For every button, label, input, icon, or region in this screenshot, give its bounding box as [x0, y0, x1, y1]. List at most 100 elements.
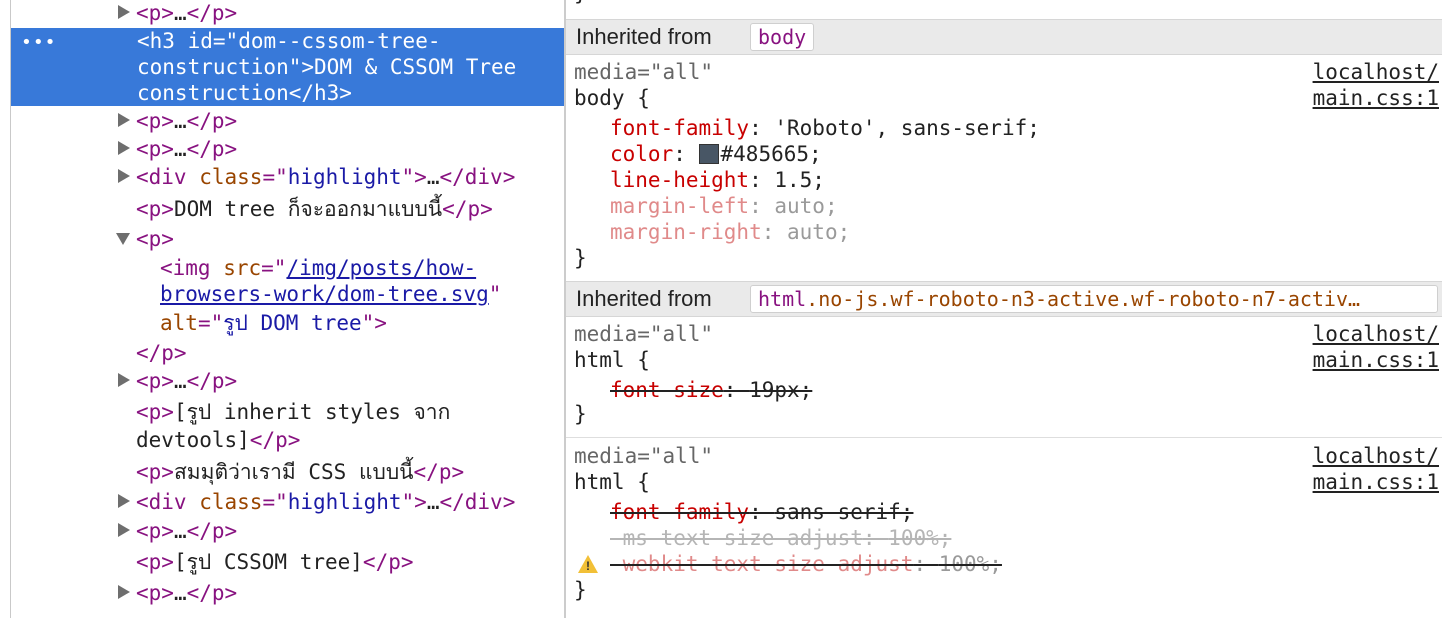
- property-name: margin-right: [610, 220, 762, 244]
- css-property-inactive[interactable]: margin-right: auto;: [610, 219, 850, 245]
- property-value: #485665;: [720, 142, 822, 166]
- source-link[interactable]: localhost/: [1313, 59, 1439, 85]
- warning-icon-mark: !: [586, 559, 590, 573]
- expand-triangle-icon[interactable]: [118, 5, 130, 19]
- tag-open: <p>: [136, 400, 174, 424]
- source-link[interactable]: localhost/: [1313, 443, 1439, 469]
- attr-name: src: [223, 256, 262, 280]
- colon: :: [723, 378, 750, 402]
- attr-value: construction: [137, 55, 289, 79]
- css-property-invalid[interactable]: -ms-text-size-adjust: 100%;: [610, 525, 951, 551]
- attr-value: dom--cssom-tree-: [238, 29, 441, 53]
- more-options-icon[interactable]: •••: [21, 32, 57, 53]
- rule-close-brace: }: [574, 246, 587, 270]
- css-property[interactable]: color: #485665;: [610, 141, 822, 167]
- tag-open: <p>: [136, 137, 174, 161]
- selected-dom-node-h3[interactable]: ••• <h3 id="dom--cssom-tree- constructio…: [11, 28, 564, 106]
- expand-triangle-icon[interactable]: [118, 113, 130, 127]
- tag-open: <p>: [136, 581, 174, 605]
- inherited-selector-chip[interactable]: html.no-js.wf-roboto-n3-active.wf-roboto…: [750, 285, 1438, 313]
- dom-node-p-close[interactable]: </p>: [136, 339, 187, 367]
- colon: :: [913, 552, 939, 576]
- tag-open: <p>: [136, 519, 174, 543]
- source-link[interactable]: main.css:1: [1313, 347, 1439, 373]
- dom-node-p[interactable]: <p>…</p>: [136, 135, 237, 163]
- inherited-from-body-header: Inherited from body: [566, 19, 1442, 55]
- expand-triangle-icon[interactable]: [118, 523, 130, 537]
- rule-selector[interactable]: body {: [574, 85, 650, 111]
- tag-open: <div: [136, 490, 200, 514]
- ellipsis: …: [173, 109, 187, 133]
- tag-open: <p>: [136, 1, 174, 25]
- tag-close: </div>: [439, 490, 516, 514]
- rule-close-brace: }: [574, 0, 587, 6]
- selected-line-3: construction</h3>: [137, 80, 352, 106]
- dom-node-p[interactable]: <p>…</p>: [136, 0, 237, 27]
- inherited-from-label: Inherited from: [576, 24, 712, 49]
- rule-selector[interactable]: html {: [574, 347, 650, 373]
- attr-quote: ": [488, 282, 502, 306]
- media-query: media="all": [574, 444, 714, 468]
- attr-value: highlight: [287, 165, 402, 189]
- property-name: color: [610, 142, 674, 166]
- attr-name: class: [199, 490, 263, 514]
- elements-tree-panel: <p>…</p> ••• <h3 id="dom--cssom-tree- co…: [0, 0, 564, 618]
- css-property[interactable]: font-family: 'Roboto', sans-serif;: [610, 115, 1040, 141]
- tag-close: </p>: [249, 428, 301, 452]
- dom-node-div-highlight[interactable]: <div class="highlight">…</div>: [136, 163, 515, 191]
- rule-separator: [566, 437, 1442, 438]
- attr-eq: =": [261, 256, 287, 280]
- css-property-overridden[interactable]: font-family: sans-serif;: [610, 499, 913, 525]
- dom-node-img[interactable]: <img src="/img/posts/how-: [160, 254, 476, 282]
- dom-node-p[interactable]: <p>สมมุติว่าเรามี CSS แบบนี้</p>: [136, 458, 464, 486]
- img-src-link[interactable]: /img/posts/how-: [286, 256, 476, 280]
- inherited-selector-chip[interactable]: body: [750, 23, 815, 51]
- styles-panel: } Inherited from body media="all" localh…: [566, 0, 1442, 618]
- expand-triangle-icon[interactable]: [118, 585, 130, 599]
- color-swatch-icon[interactable]: [698, 144, 719, 164]
- dom-node-p[interactable]: <p>…</p>: [136, 517, 237, 545]
- property-value: 1.5;: [774, 168, 825, 192]
- dom-node-p-cont: devtools]</p>: [136, 426, 300, 454]
- expand-triangle-icon[interactable]: [118, 169, 130, 183]
- tag-close: </p>: [186, 581, 238, 605]
- source-link[interactable]: localhost/: [1313, 321, 1439, 347]
- source-link[interactable]: main.css:1: [1313, 469, 1439, 495]
- node-text: construction: [137, 81, 289, 105]
- tag-close: </p>: [186, 1, 238, 25]
- tag-open: <p>: [136, 460, 174, 484]
- attr-name: class: [199, 165, 263, 189]
- property-name: font-size: [610, 378, 724, 402]
- source-link[interactable]: main.css:1: [1313, 85, 1439, 111]
- colon: :: [749, 500, 775, 524]
- css-property[interactable]: line-height: 1.5;: [610, 167, 825, 193]
- property-name: -ms-text-size-adjust: [610, 526, 863, 550]
- inherited-from-label: Inherited from: [576, 286, 712, 311]
- rule-selector[interactable]: html {: [574, 469, 650, 495]
- css-property-invalid[interactable]: -webkit-text-size-adjust: 100%;: [610, 551, 1002, 577]
- expand-triangle-icon[interactable]: [118, 141, 130, 155]
- dom-node-div-highlight[interactable]: <div class="highlight">…</div>: [136, 488, 515, 516]
- tag-close: </div>: [439, 165, 516, 189]
- tag-close: </p>: [442, 197, 493, 221]
- dom-node-p[interactable]: <p>…</p>: [136, 107, 237, 135]
- tag-close: </h3>: [288, 81, 352, 105]
- dom-node-p[interactable]: <p>…</p>: [136, 579, 237, 607]
- expand-triangle-icon[interactable]: [118, 494, 130, 508]
- css-property-inactive[interactable]: margin-left: auto;: [610, 193, 838, 219]
- attr-eq: =: [212, 29, 226, 53]
- dom-node-p[interactable]: <p>…</p>: [136, 367, 237, 395]
- rule-close-brace: }: [574, 578, 587, 602]
- dom-node-p[interactable]: <p>DOM tree ก็จะออกมาแบบนี้</p>: [136, 195, 493, 223]
- dom-node-p[interactable]: <p>[รูป CSSOM tree]</p>: [136, 548, 414, 576]
- expand-triangle-icon[interactable]: [118, 373, 130, 387]
- collapse-triangle-icon[interactable]: [116, 233, 130, 245]
- node-text: [รูป inherit styles จาก: [173, 400, 451, 424]
- node-text: DOM & CSSOM Tree: [314, 55, 517, 79]
- ellipsis: …: [173, 137, 187, 161]
- dom-node-p-expanded[interactable]: <p>: [136, 225, 174, 253]
- img-src-link[interactable]: browsers-work/dom-tree.svg: [160, 282, 489, 306]
- colon: :: [673, 142, 699, 166]
- dom-node-p[interactable]: <p>[รูป inherit styles จาก: [136, 398, 450, 426]
- css-property-overridden[interactable]: font-size: 19px;: [610, 377, 812, 403]
